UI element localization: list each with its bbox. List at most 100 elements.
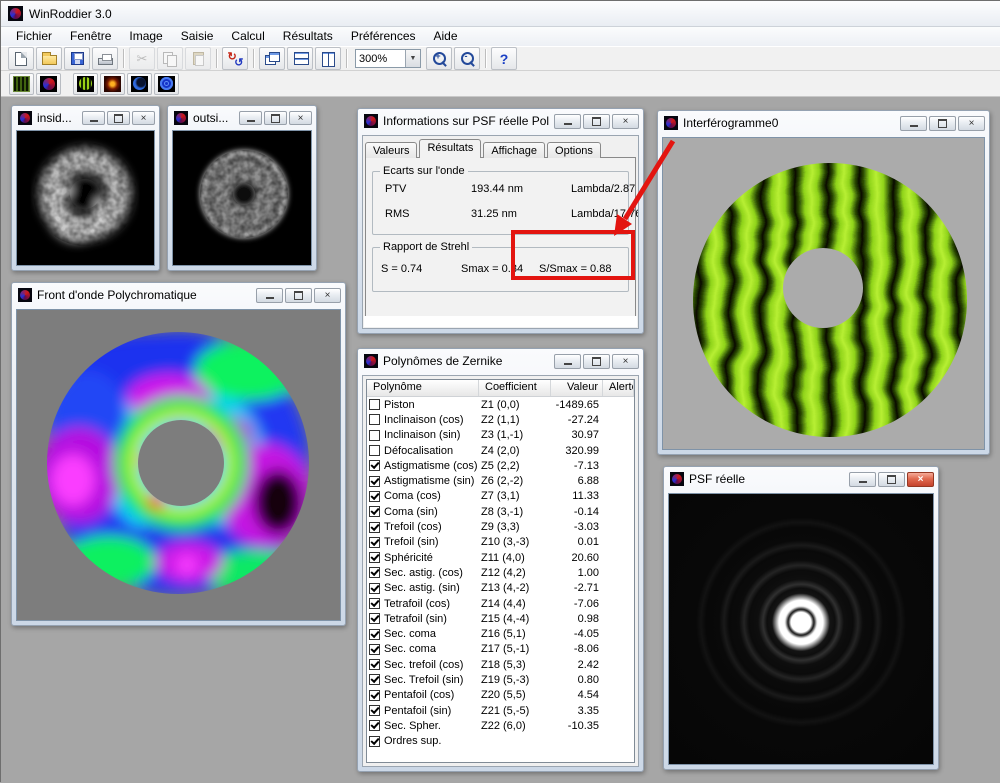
menu-item-saisie[interactable]: Saisie (172, 28, 223, 45)
close-button[interactable]: × (289, 111, 312, 125)
window-titlebar[interactable]: outsi... × (168, 106, 316, 130)
row-checkbox[interactable] (369, 583, 380, 594)
interferogram-strip-button[interactable] (9, 73, 34, 95)
minimize-button[interactable] (256, 288, 283, 303)
minimize-button[interactable] (239, 111, 262, 125)
row-checkbox[interactable] (369, 399, 380, 410)
table-row[interactable]: Trefoil (cos)Z9 (3,3)-3.03 (367, 519, 634, 534)
tab-resultats[interactable]: Résultats (419, 139, 481, 158)
row-checkbox[interactable] (369, 537, 380, 548)
maximize-button[interactable] (583, 114, 610, 129)
psf-button[interactable] (100, 73, 125, 95)
interferogram-circle-button[interactable] (73, 73, 98, 95)
zoom-out-button[interactable]: - (454, 47, 480, 70)
window-titlebar[interactable]: Interférogramme0 × (658, 111, 989, 135)
zernike-table-header[interactable]: Polynôme Coefficient Valeur Alerte (367, 380, 634, 397)
paste-button[interactable] (185, 47, 211, 70)
table-row[interactable]: Astigmatisme (sin)Z6 (2,-2)6.88 (367, 473, 634, 488)
row-checkbox[interactable] (369, 659, 380, 670)
row-checkbox[interactable] (369, 690, 380, 701)
column-header-valeur[interactable]: Valeur (551, 380, 603, 396)
open-button[interactable] (36, 47, 62, 70)
window-titlebar[interactable]: insid... × (12, 106, 159, 130)
table-row[interactable]: Sec. Trefoil (sin)Z19 (5,-3)0.80 (367, 672, 634, 687)
table-row[interactable]: Coma (cos)Z7 (3,1)11.33 (367, 489, 634, 504)
table-row[interactable]: Ordres sup. (367, 734, 634, 749)
table-row[interactable]: Sec. comaZ16 (5,1)-4.05 (367, 626, 634, 641)
table-row[interactable]: Astigmatisme (cos)Z5 (2,2)-7.13 (367, 458, 634, 473)
maximize-button[interactable] (107, 111, 130, 125)
table-row[interactable]: Sec. astig. (cos)Z12 (4,2)1.00 (367, 565, 634, 580)
window-wavefront[interactable]: Front d'onde Polychromatique × (11, 282, 346, 626)
row-checkbox[interactable] (369, 644, 380, 655)
window-titlebar[interactable]: Informations sur PSF réelle Polychro... … (358, 109, 643, 133)
close-button[interactable]: × (612, 354, 639, 369)
close-button[interactable]: × (612, 114, 639, 129)
table-row[interactable]: Sec. comaZ17 (5,-1)-8.06 (367, 642, 634, 657)
table-row[interactable]: PistonZ1 (0,0)-1489.65 (367, 397, 634, 412)
column-header-polynome[interactable]: Polynôme (367, 380, 479, 396)
zernike-button[interactable] (154, 73, 179, 95)
cascade-button[interactable] (259, 47, 285, 70)
menu-item-calcul[interactable]: Calcul (222, 28, 273, 45)
minimize-button[interactable] (849, 472, 876, 487)
row-checkbox[interactable] (369, 491, 380, 502)
tile-vertical-button[interactable] (315, 47, 341, 70)
window-zernike[interactable]: Polynômes de Zernike × Polynôme Coeffici… (357, 348, 644, 772)
row-checkbox[interactable] (369, 552, 380, 563)
row-checkbox[interactable] (369, 705, 380, 716)
tile-horizontal-button[interactable] (287, 47, 313, 70)
maximize-button[interactable] (285, 288, 312, 303)
winroddier-logo-button[interactable] (36, 73, 61, 95)
window-titlebar[interactable]: PSF réelle × (664, 467, 938, 491)
menu-item-fenetre[interactable]: Fenêtre (61, 28, 120, 45)
row-checkbox[interactable] (369, 430, 380, 441)
window-psf-reelle[interactable]: PSF réelle × (663, 466, 939, 770)
zoom-level-combobox[interactable]: 300% ▼ (355, 49, 421, 68)
menu-item-resultats[interactable]: Résultats (274, 28, 342, 45)
table-row[interactable]: Inclinaison (sin)Z3 (1,-1)30.97 (367, 428, 634, 443)
table-row[interactable]: Pentafoil (sin)Z21 (5,-5)3.35 (367, 703, 634, 718)
pupil-button[interactable] (127, 73, 152, 95)
column-header-alerte[interactable]: Alerte (603, 380, 634, 396)
row-checkbox[interactable] (369, 460, 380, 471)
table-row[interactable]: SphéricitéZ11 (4,0)20.60 (367, 550, 634, 565)
row-checkbox[interactable] (369, 506, 380, 517)
zoom-in-button[interactable]: + (426, 47, 452, 70)
menu-item-aide[interactable]: Aide (425, 28, 467, 45)
menu-item-preferences[interactable]: Préférences (342, 28, 425, 45)
row-checkbox[interactable] (369, 736, 380, 747)
row-checkbox[interactable] (369, 674, 380, 685)
table-row[interactable]: Sec. Spher.Z22 (6,0)-10.35 (367, 718, 634, 733)
close-button[interactable]: × (132, 111, 155, 125)
window-titlebar[interactable]: Front d'onde Polychromatique × (12, 283, 345, 307)
window-psf-informations[interactable]: Informations sur PSF réelle Polychro... … (357, 108, 644, 334)
combobox-dropdown-button[interactable]: ▼ (405, 50, 420, 67)
maximize-button[interactable] (264, 111, 287, 125)
table-row[interactable]: Sec. astig. (sin)Z13 (4,-2)-2.71 (367, 581, 634, 596)
print-button[interactable] (92, 47, 118, 70)
row-checkbox[interactable] (369, 476, 380, 487)
row-checkbox[interactable] (369, 414, 380, 425)
minimize-button[interactable] (900, 116, 927, 131)
tab-options[interactable]: Options (547, 142, 601, 158)
help-button[interactable]: ? (491, 47, 517, 70)
row-checkbox[interactable] (369, 629, 380, 640)
row-checkbox[interactable] (369, 567, 380, 578)
row-checkbox[interactable] (369, 613, 380, 624)
table-row[interactable]: Coma (sin)Z8 (3,-1)-0.14 (367, 504, 634, 519)
maximize-button[interactable] (878, 472, 905, 487)
close-button[interactable]: × (958, 116, 985, 131)
row-checkbox[interactable] (369, 522, 380, 533)
table-row[interactable]: DéfocalisationZ4 (2,0)320.99 (367, 443, 634, 458)
maximize-button[interactable] (929, 116, 956, 131)
window-inside-focus[interactable]: insid... × (11, 105, 160, 271)
window-titlebar[interactable]: Polynômes de Zernike × (358, 349, 643, 373)
maximize-button[interactable] (583, 354, 610, 369)
new-button[interactable] (8, 47, 34, 70)
column-header-coefficient[interactable]: Coefficient (479, 380, 551, 396)
table-row[interactable]: Trefoil (sin)Z10 (3,-3)0.01 (367, 535, 634, 550)
table-row[interactable]: Sec. trefoil (cos)Z18 (5,3)2.42 (367, 657, 634, 672)
menu-item-image[interactable]: Image (120, 28, 171, 45)
tab-affichage[interactable]: Affichage (483, 142, 545, 158)
